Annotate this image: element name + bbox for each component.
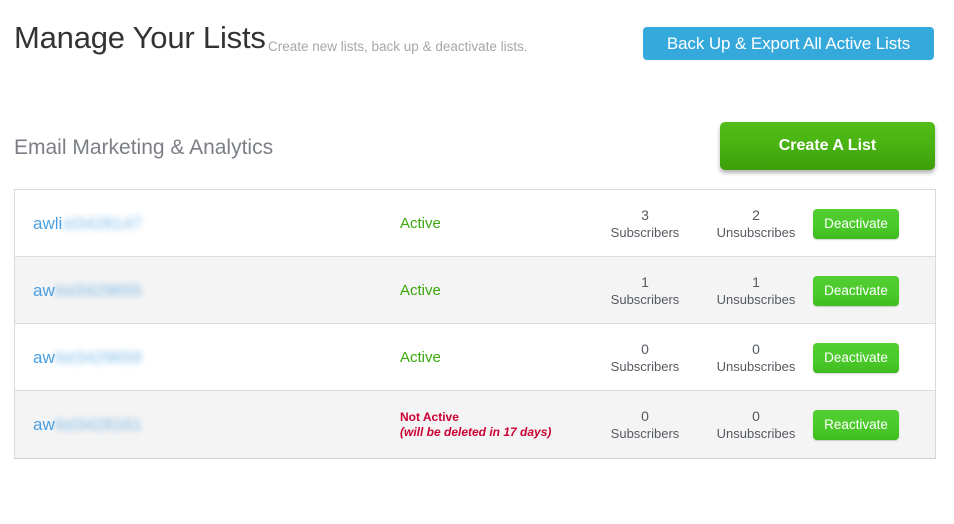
table-row: awlist3429659 Active 0 Subscribers 0 Unsubscr…	[15, 324, 935, 391]
status-cell: Active	[400, 324, 600, 391]
unsubscribes-cell: 2 Unsubscribes	[685, 190, 827, 257]
unsubscribes-label: Unsubscribes	[716, 291, 796, 307]
action-cell: Deactivate	[813, 190, 937, 257]
unsubscribes-count: 1	[752, 273, 760, 290]
status-cell: Active	[400, 257, 600, 324]
status-cell: Not Active (will be deleted in 17 days)	[400, 391, 600, 458]
section-bar: Email Marketing & Analytics Create A Lis…	[0, 118, 954, 184]
create-list-button[interactable]: Create A List	[720, 122, 935, 170]
backup-export-button[interactable]: Back Up & Export All Active Lists	[643, 27, 934, 60]
deactivate-button[interactable]: Deactivate	[813, 275, 899, 306]
unsubscribes-label: Unsubscribes	[716, 224, 796, 240]
page-title: Manage Your Lists	[14, 20, 266, 55]
deactivate-button[interactable]: Deactivate	[813, 208, 899, 239]
subscribers-count: 1	[641, 273, 649, 290]
status-cell: Active	[400, 190, 600, 257]
table-row: awlist3428161 Not Active (will be deleted …	[15, 391, 935, 458]
reactivate-button[interactable]: Reactivate	[813, 409, 899, 440]
subscribers-label: Subscribers	[610, 358, 680, 374]
table-row: awlist3428147 Active 3 Subscribers 2 Unsubscr…	[15, 190, 935, 257]
lists-table: awlist3428147 Active 3 Subscribers 2 Unsubscr…	[14, 189, 936, 459]
list-name-link[interactable]: awlist3428147	[33, 190, 142, 257]
page-subtitle: Create new lists, back up & deactivate l…	[268, 39, 528, 54]
list-name-visible: awli	[33, 214, 63, 233]
unsubscribes-count: 2	[752, 206, 760, 223]
status-deletion-note: (will be deleted in 17 days)	[400, 424, 552, 439]
unsubscribes-cell: 0 Unsubscribes	[685, 391, 827, 458]
section-title: Email Marketing & Analytics	[14, 136, 274, 159]
deactivate-button[interactable]: Deactivate	[813, 342, 899, 373]
unsubscribes-count: 0	[752, 407, 760, 424]
list-name-visible: aw	[33, 348, 55, 367]
status-badge: Active	[400, 349, 441, 366]
action-cell: Deactivate	[813, 257, 937, 324]
list-name-redacted: list3428161	[54, 415, 142, 434]
unsubscribes-count: 0	[752, 340, 760, 357]
unsubscribes-label: Unsubscribes	[716, 358, 796, 374]
subscribers-label: Subscribers	[610, 224, 680, 240]
status-badge: Not Active	[400, 409, 459, 424]
list-name-redacted: st3428147	[62, 214, 142, 233]
page-header: Manage Your Lists Create new lists, back…	[0, 0, 954, 96]
list-name-visible: aw	[33, 281, 55, 300]
subscribers-count: 0	[641, 340, 649, 357]
subscribers-label: Subscribers	[610, 425, 680, 441]
action-cell: Deactivate	[813, 324, 937, 391]
list-name-link[interactable]: awlist3429659	[33, 324, 142, 391]
status-badge: Active	[400, 282, 441, 299]
unsubscribes-cell: 0 Unsubscribes	[685, 324, 827, 391]
list-name-visible: aw	[33, 415, 55, 434]
subscribers-label: Subscribers	[610, 291, 680, 307]
list-name-link[interactable]: awlist3429655	[33, 257, 142, 324]
action-cell: Reactivate	[813, 391, 937, 458]
unsubscribes-label: Unsubscribes	[716, 425, 796, 441]
subscribers-count: 0	[641, 407, 649, 424]
unsubscribes-cell: 1 Unsubscribes	[685, 257, 827, 324]
status-badge: Active	[400, 215, 441, 232]
list-name-link[interactable]: awlist3428161	[33, 391, 142, 458]
list-name-redacted: list3429659	[54, 348, 142, 367]
table-row: awlist3429655 Active 1 Subscribers 1 Unsubscr…	[15, 257, 935, 324]
list-name-redacted: list3429655	[54, 281, 142, 300]
subscribers-count: 3	[641, 206, 649, 223]
